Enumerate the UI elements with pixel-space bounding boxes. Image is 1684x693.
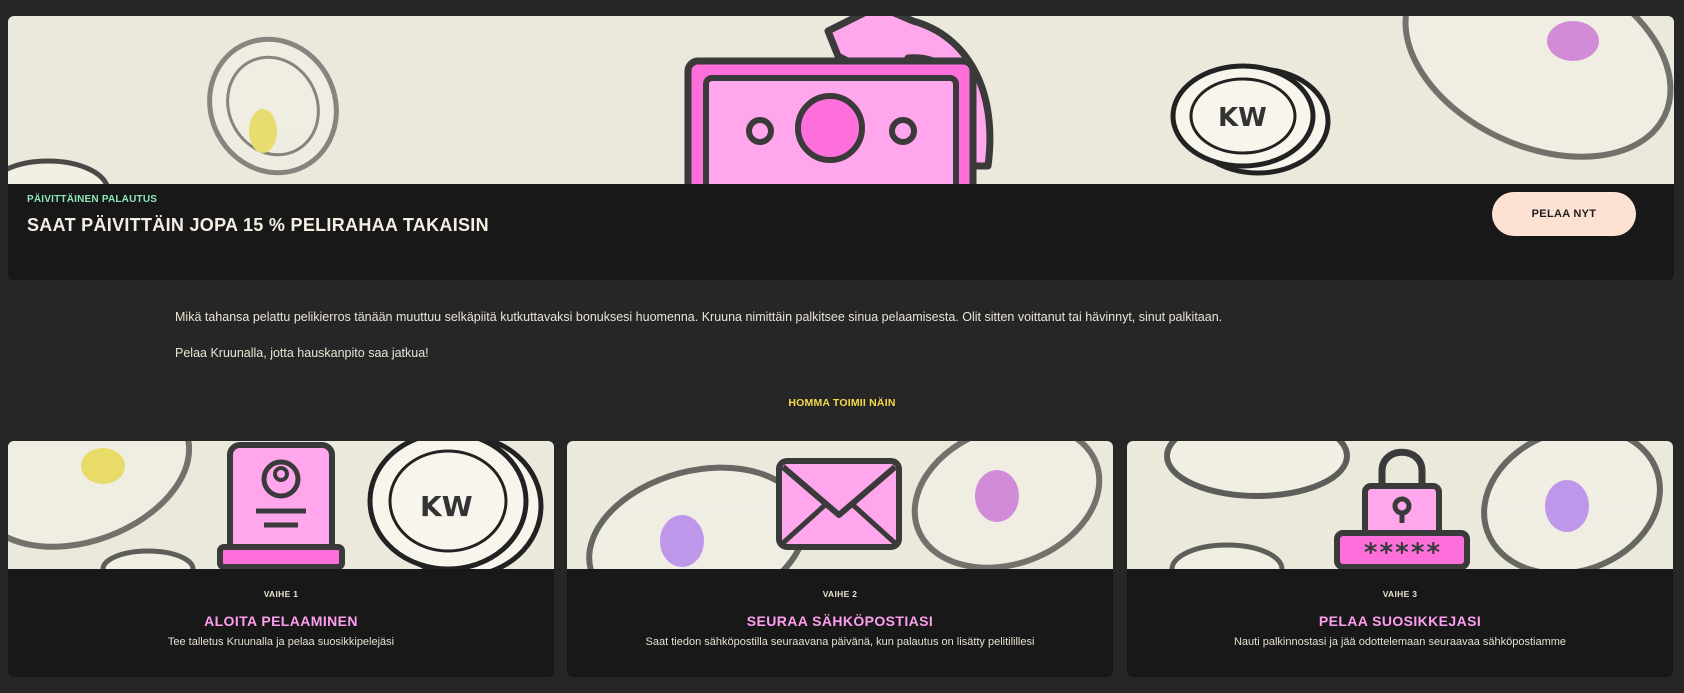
step-banner: KW	[8, 441, 554, 569]
step-label: VAIHE 3	[1382, 589, 1418, 599]
coin-decoration	[207, 36, 339, 176]
step-card-2: VAIHE 2 SEURAA SÄHKÖPOSTIASI Saat tiedon…	[567, 441, 1113, 677]
step-title: SEURAA SÄHKÖPOSTIASI	[746, 613, 934, 629]
hero-kicker: PÄIVITTÄINEN PALAUTUS	[27, 194, 158, 205]
money-cashback-icon	[684, 16, 994, 184]
svg-text:KW: KW	[420, 490, 473, 523]
step-title: PELAA SUOSIKKEJASI	[1318, 613, 1482, 629]
envelope-icon	[776, 458, 902, 550]
step-card-1: KW VAIHE 1 ALOITA PELAAMINEN Tee talletu…	[8, 441, 554, 677]
padlock-password-icon: *****	[1334, 448, 1470, 569]
step-text: Saat tiedon sähköpostilla seuraavana päi…	[645, 636, 1035, 648]
description-paragraph: Mikä tahansa pelattu pelikierros tänään …	[175, 310, 1223, 324]
laptop-user-icon	[217, 442, 345, 569]
svg-text:KW: KW	[1218, 103, 1267, 133]
svg-text:*****: *****	[1363, 538, 1441, 568]
coin-decoration: KW	[1170, 63, 1331, 176]
play-now-button[interactable]: PELAA NYT	[1492, 192, 1636, 236]
step-text: Nauti palkinnostasi ja jää odottelemaan …	[1233, 636, 1567, 648]
step-label: VAIHE 1	[263, 589, 299, 599]
hero-banner: KW	[8, 16, 1674, 184]
step-label: VAIHE 2	[822, 589, 858, 599]
hero-title: SAAT PÄIVITTÄIN JOPA 15 % PELIRAHAA TAKA…	[27, 215, 489, 235]
how-it-works-heading: HOMMA TOIMII NÄIN	[788, 397, 896, 409]
description-paragraph: Pelaa Kruunalla, jotta hauskanpito saa j…	[175, 346, 429, 360]
step-title: ALOITA PELAAMINEN	[204, 613, 358, 629]
step-text: Tee talletus Kruunalla ja pelaa suosikki…	[167, 636, 395, 648]
step-banner: *****	[1127, 441, 1673, 569]
step-card-3: ***** VAIHE 3 PELAA SUOSIKKEJASI Nauti p…	[1127, 441, 1673, 677]
hero-card: KW	[8, 16, 1674, 280]
step-banner	[567, 441, 1113, 569]
